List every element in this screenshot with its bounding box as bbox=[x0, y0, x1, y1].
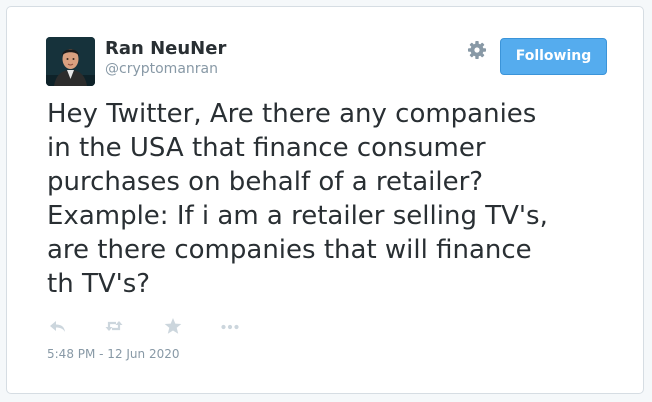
tweet-timestamp[interactable]: 5:48 PM - 12 Jun 2020 bbox=[47, 347, 180, 361]
retweet-icon[interactable] bbox=[103, 315, 125, 337]
avatar[interactable] bbox=[46, 37, 95, 86]
author-handle[interactable]: @cryptomanran bbox=[105, 61, 218, 77]
star-icon[interactable] bbox=[162, 315, 184, 337]
more-icon[interactable] bbox=[219, 315, 241, 337]
tweet-text: Hey Twitter, Are there any companies in … bbox=[47, 99, 548, 299]
gear-icon[interactable] bbox=[467, 40, 487, 60]
following-button[interactable]: Following bbox=[500, 38, 607, 75]
tweet-card: Ran NeuNer @cryptomanran Following Hey T… bbox=[6, 6, 644, 394]
reply-icon[interactable] bbox=[47, 315, 69, 337]
author-name[interactable]: Ran NeuNer bbox=[105, 38, 226, 59]
